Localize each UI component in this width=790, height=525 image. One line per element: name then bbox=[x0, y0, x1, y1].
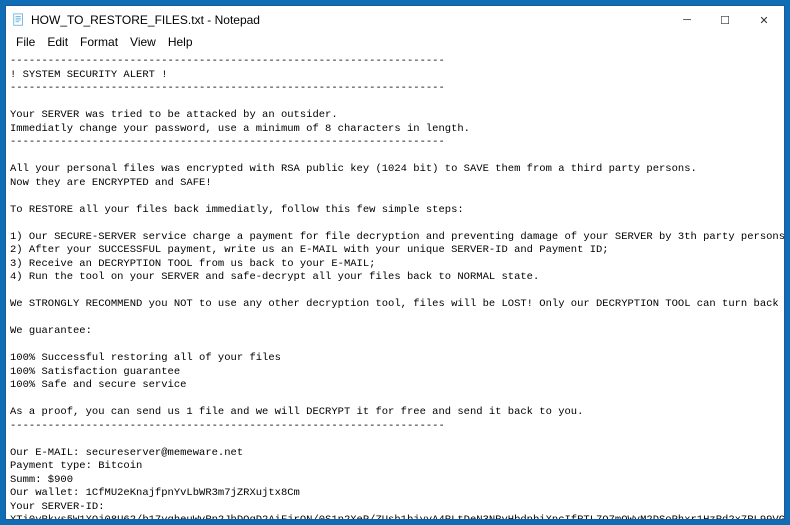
window-title: HOW_TO_RESTORE_FILES.txt - Notepad bbox=[31, 13, 668, 27]
menu-file[interactable]: File bbox=[10, 34, 41, 53]
maximize-button[interactable]: ☐ bbox=[706, 6, 744, 34]
menu-format[interactable]: Format bbox=[74, 34, 124, 53]
minimize-button[interactable]: ─ bbox=[668, 6, 706, 34]
notepad-window: HOW_TO_RESTORE_FILES.txt - Notepad ─ ☐ ✕… bbox=[5, 5, 785, 520]
menubar: File Edit Format View Help bbox=[6, 34, 784, 53]
menu-edit[interactable]: Edit bbox=[41, 34, 74, 53]
menu-view[interactable]: View bbox=[124, 34, 162, 53]
titlebar[interactable]: HOW_TO_RESTORE_FILES.txt - Notepad ─ ☐ ✕ bbox=[6, 6, 784, 34]
menu-help[interactable]: Help bbox=[162, 34, 199, 53]
text-editor-area[interactable]: ----------------------------------------… bbox=[6, 53, 784, 519]
window-controls: ─ ☐ ✕ bbox=[668, 6, 784, 34]
notepad-icon bbox=[12, 13, 26, 27]
close-button[interactable]: ✕ bbox=[744, 6, 784, 34]
